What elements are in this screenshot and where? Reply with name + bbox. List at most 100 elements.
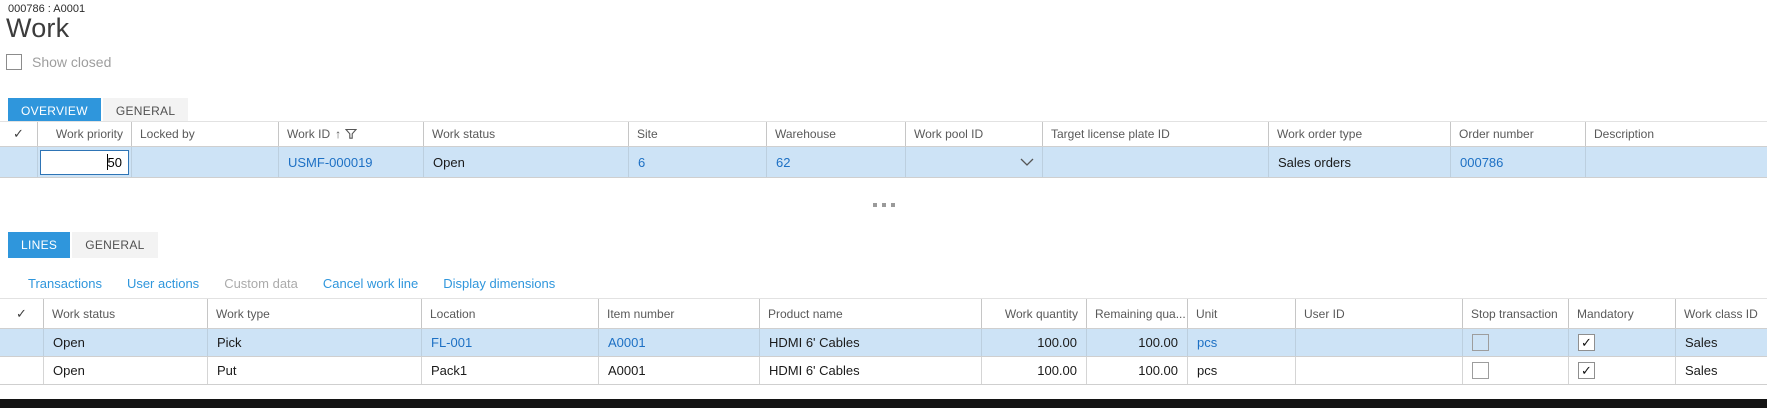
unit-cell[interactable]: pcs <box>1187 329 1295 356</box>
col-remaining-quantity[interactable]: Remaining qua... <box>1086 299 1187 328</box>
col-work-quantity[interactable]: Work quantity <box>981 299 1086 328</box>
more-rows-indicator[interactable] <box>0 203 1767 207</box>
work-status-cell[interactable]: Open <box>43 329 207 356</box>
work-quantity-cell[interactable]: 100.00 <box>981 329 1086 356</box>
order-number-cell[interactable]: 000786 <box>1450 147 1585 177</box>
stop-transaction-checkbox[interactable] <box>1472 362 1489 379</box>
tab-lines-general[interactable]: GENERAL <box>72 232 158 258</box>
work-grid-header: ✓ Work priority Locked by Work ID ↑ Work… <box>0 121 1767 147</box>
col-work-pool-id[interactable]: Work pool ID <box>905 122 1042 146</box>
transactions-link[interactable]: Transactions <box>28 276 102 291</box>
filter-icon[interactable] <box>345 128 358 140</box>
lines-tab-strip: LINES GENERAL <box>8 232 158 258</box>
sort-ascending-icon: ↑ <box>335 127 342 141</box>
location-link[interactable]: FL-001 <box>431 335 472 350</box>
mandatory-checkbox[interactable]: ✓ <box>1578 362 1595 379</box>
row-selector-cell[interactable] <box>0 147 37 177</box>
col-unit[interactable]: Unit <box>1187 299 1295 328</box>
show-closed-checkbox[interactable] <box>6 54 22 70</box>
product-name-cell[interactable]: HDMI 6' Cables <box>759 329 981 356</box>
checkmark-icon: ✓ <box>13 126 24 141</box>
work-priority-input[interactable]: 50 <box>40 149 129 175</box>
target-license-plate-cell[interactable] <box>1042 147 1268 177</box>
work-status-cell[interactable]: Open <box>43 357 207 384</box>
col-work-priority[interactable]: Work priority <box>37 122 131 146</box>
row-selector-cell[interactable] <box>0 357 43 384</box>
col-target-license-plate-id[interactable]: Target license plate ID <box>1042 122 1268 146</box>
product-name-cell[interactable]: HDMI 6' Cables <box>759 357 981 384</box>
show-closed-toggle[interactable]: Show closed <box>6 54 111 70</box>
select-all-header[interactable]: ✓ <box>0 122 37 146</box>
location-cell[interactable]: FL-001 <box>421 329 598 356</box>
remaining-quantity-cell[interactable]: 100.00 <box>1086 329 1187 356</box>
col-work-order-type[interactable]: Work order type <box>1268 122 1450 146</box>
location-cell[interactable]: Pack1 <box>421 357 598 384</box>
description-cell[interactable] <box>1585 147 1767 177</box>
work-id-cell[interactable]: USMF-000019 <box>278 147 423 177</box>
chevron-down-icon[interactable] <box>1020 158 1034 167</box>
lines-select-all-header[interactable]: ✓ <box>0 299 43 328</box>
work-grid: ✓ Work priority Locked by Work ID ↑ Work… <box>0 121 1767 178</box>
custom-data-link: Custom data <box>224 276 298 291</box>
mandatory-cell: ✓ <box>1568 357 1675 384</box>
item-number-link[interactable]: A0001 <box>608 335 646 350</box>
work-row[interactable]: 50 USMF-000019 Open 6 62 Sales orders 00… <box>0 147 1767 178</box>
col-site[interactable]: Site <box>628 122 766 146</box>
tab-lines[interactable]: LINES <box>8 232 71 258</box>
work-id-link[interactable]: USMF-000019 <box>288 155 373 170</box>
col-location[interactable]: Location <box>421 299 598 328</box>
user-id-cell[interactable] <box>1295 329 1462 356</box>
remaining-quantity-cell[interactable]: 100.00 <box>1086 357 1187 384</box>
mandatory-cell: ✓ <box>1568 329 1675 356</box>
col-user-id[interactable]: User ID <box>1295 299 1462 328</box>
work-type-cell[interactable]: Pick <box>207 329 421 356</box>
site-link[interactable]: 6 <box>638 155 645 170</box>
item-number-cell[interactable]: A0001 <box>598 329 759 356</box>
show-closed-label: Show closed <box>32 54 112 70</box>
line-row-put[interactable]: Open Put Pack1 A0001 HDMI 6' Cables 100.… <box>0 357 1767 385</box>
col-work-type[interactable]: Work type <box>207 299 421 328</box>
work-class-id-cell[interactable]: Sales <box>1675 329 1767 356</box>
cancel-work-line-link[interactable]: Cancel work line <box>323 276 418 291</box>
col-line-work-status[interactable]: Work status <box>43 299 207 328</box>
unit-link[interactable]: pcs <box>1197 335 1217 350</box>
unit-cell[interactable]: pcs <box>1187 357 1295 384</box>
col-order-number[interactable]: Order number <box>1450 122 1585 146</box>
mandatory-checkbox[interactable]: ✓ <box>1578 334 1595 351</box>
col-item-number[interactable]: Item number <box>598 299 759 328</box>
page-title: Work <box>6 13 70 43</box>
work-class-id-cell[interactable]: Sales <box>1675 357 1767 384</box>
display-dimensions-link[interactable]: Display dimensions <box>443 276 555 291</box>
user-actions-link[interactable]: User actions <box>127 276 199 291</box>
col-product-name[interactable]: Product name <box>759 299 981 328</box>
checkmark-icon: ✓ <box>16 305 27 321</box>
user-id-cell[interactable] <box>1295 357 1462 384</box>
col-work-id-label: Work ID <box>287 127 331 141</box>
work-pool-id-cell[interactable] <box>905 147 1042 177</box>
col-stop-transaction[interactable]: Stop transaction <box>1462 299 1568 328</box>
col-mandatory[interactable]: Mandatory <box>1568 299 1675 328</box>
work-priority-cell[interactable]: 50 <box>37 147 131 177</box>
warehouse-cell[interactable]: 62 <box>766 147 905 177</box>
col-description[interactable]: Description <box>1585 122 1767 146</box>
work-page: 000786 : A0001 Work Show closed OVERVIEW… <box>0 0 1767 408</box>
row-selector-cell[interactable] <box>0 329 43 356</box>
work-status-cell[interactable]: Open <box>423 147 628 177</box>
site-cell[interactable]: 6 <box>628 147 766 177</box>
work-quantity-cell[interactable]: 100.00 <box>981 357 1086 384</box>
locked-by-cell[interactable] <box>131 147 278 177</box>
work-type-cell[interactable]: Put <box>207 357 421 384</box>
col-work-status[interactable]: Work status <box>423 122 628 146</box>
col-locked-by[interactable]: Locked by <box>131 122 278 146</box>
col-work-id[interactable]: Work ID ↑ <box>278 122 423 146</box>
stop-transaction-checkbox[interactable] <box>1472 334 1489 351</box>
line-actions-bar: Transactions User actions Custom data Ca… <box>28 276 555 291</box>
warehouse-link[interactable]: 62 <box>776 155 790 170</box>
item-number-cell[interactable]: A0001 <box>598 357 759 384</box>
work-order-type-cell[interactable]: Sales orders <box>1268 147 1450 177</box>
col-work-class-id[interactable]: Work class ID <box>1675 299 1767 328</box>
order-number-link[interactable]: 000786 <box>1460 155 1503 170</box>
line-row-pick[interactable]: Open Pick FL-001 A0001 HDMI 6' Cables 10… <box>0 329 1767 357</box>
col-warehouse[interactable]: Warehouse <box>766 122 905 146</box>
stop-transaction-cell <box>1462 357 1568 384</box>
